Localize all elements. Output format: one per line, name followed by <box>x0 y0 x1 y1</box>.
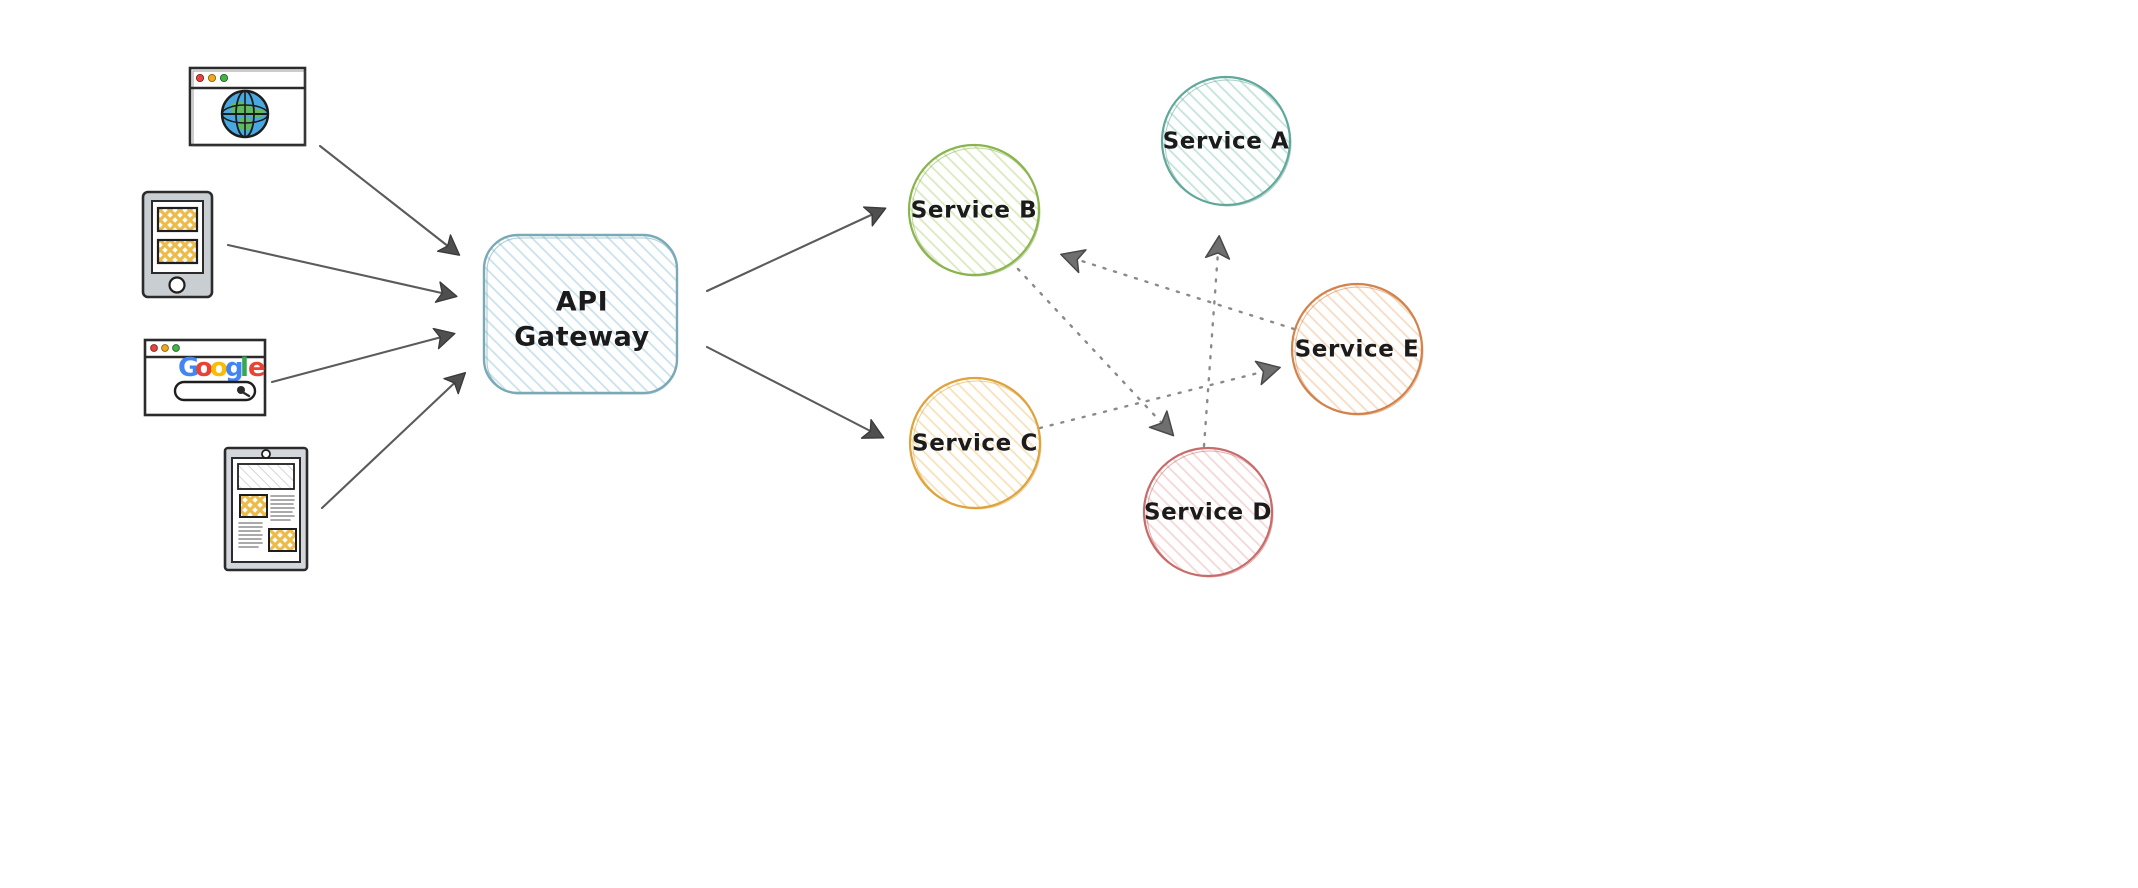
window-maximize-dot[interactable] <box>172 344 180 352</box>
arrow-tablet-to-gateway <box>320 372 467 510</box>
client-mobile-phone[interactable] <box>141 190 214 299</box>
document-header-banner <box>237 463 295 490</box>
service-e[interactable]: Service E <box>1290 282 1424 416</box>
window-close-dot[interactable] <box>150 344 158 352</box>
phone-content-block-2 <box>156 238 199 265</box>
phone-home-button[interactable] <box>168 276 186 294</box>
service-c-label: Service C <box>912 431 1038 457</box>
window-minimize-dot[interactable] <box>161 344 169 352</box>
document-image-1 <box>239 494 268 518</box>
service-d[interactable]: Service D <box>1142 446 1274 578</box>
phone-content-block-1 <box>156 206 199 233</box>
arrow-gateway-to-service-c <box>705 345 885 439</box>
service-a-label: Service A <box>1163 129 1290 155</box>
arrow-browser-globe-to-gateway <box>318 144 461 256</box>
service-b-label: Service B <box>911 198 1038 224</box>
service-e-label: Service E <box>1295 337 1420 363</box>
client-browser-globe[interactable] <box>188 66 307 147</box>
document-text-block-left <box>238 522 263 548</box>
arrow-service-d-to-service-a <box>1202 235 1231 448</box>
google-letter-5: e <box>248 353 266 383</box>
api-gateway-label-line2: Gateway <box>514 322 650 353</box>
api-gateway-label-line1: API <box>556 287 609 318</box>
arrow-service-b-to-service-d <box>1016 267 1175 437</box>
client-tablet-document[interactable] <box>223 446 309 572</box>
google-wordmark: Googl e <box>178 353 266 383</box>
diagram-svg: Googl e API Gateway Service B Service A … <box>141 66 1424 578</box>
arrow-phone-to-gateway <box>226 243 458 303</box>
window-close-dot[interactable] <box>195 73 205 83</box>
document-text-block-right <box>270 495 295 521</box>
connector-group-egress <box>705 206 887 439</box>
arrow-google-to-gateway <box>270 327 456 384</box>
service-d-label: Service D <box>1144 500 1272 526</box>
service-a[interactable]: Service A <box>1160 75 1292 207</box>
service-b[interactable]: Service B <box>907 143 1041 277</box>
service-c[interactable]: Service C <box>908 376 1042 510</box>
document-image-2 <box>268 528 297 552</box>
arrow-service-c-to-service-e <box>1038 360 1281 430</box>
arrow-service-e-to-service-b <box>1060 249 1296 331</box>
client-browser-google[interactable]: Googl e <box>143 338 267 417</box>
window-minimize-dot[interactable] <box>207 73 217 83</box>
globe-icon <box>220 89 270 139</box>
api-gateway[interactable]: API Gateway <box>482 233 679 395</box>
arrow-gateway-to-service-b <box>705 206 887 293</box>
connector-group-inter-service <box>1016 235 1296 448</box>
diagram-canvas: Google API Gateway Service B Service A S… <box>0 0 2138 888</box>
window-maximize-dot[interactable] <box>219 73 229 83</box>
tablet-camera <box>261 449 271 459</box>
